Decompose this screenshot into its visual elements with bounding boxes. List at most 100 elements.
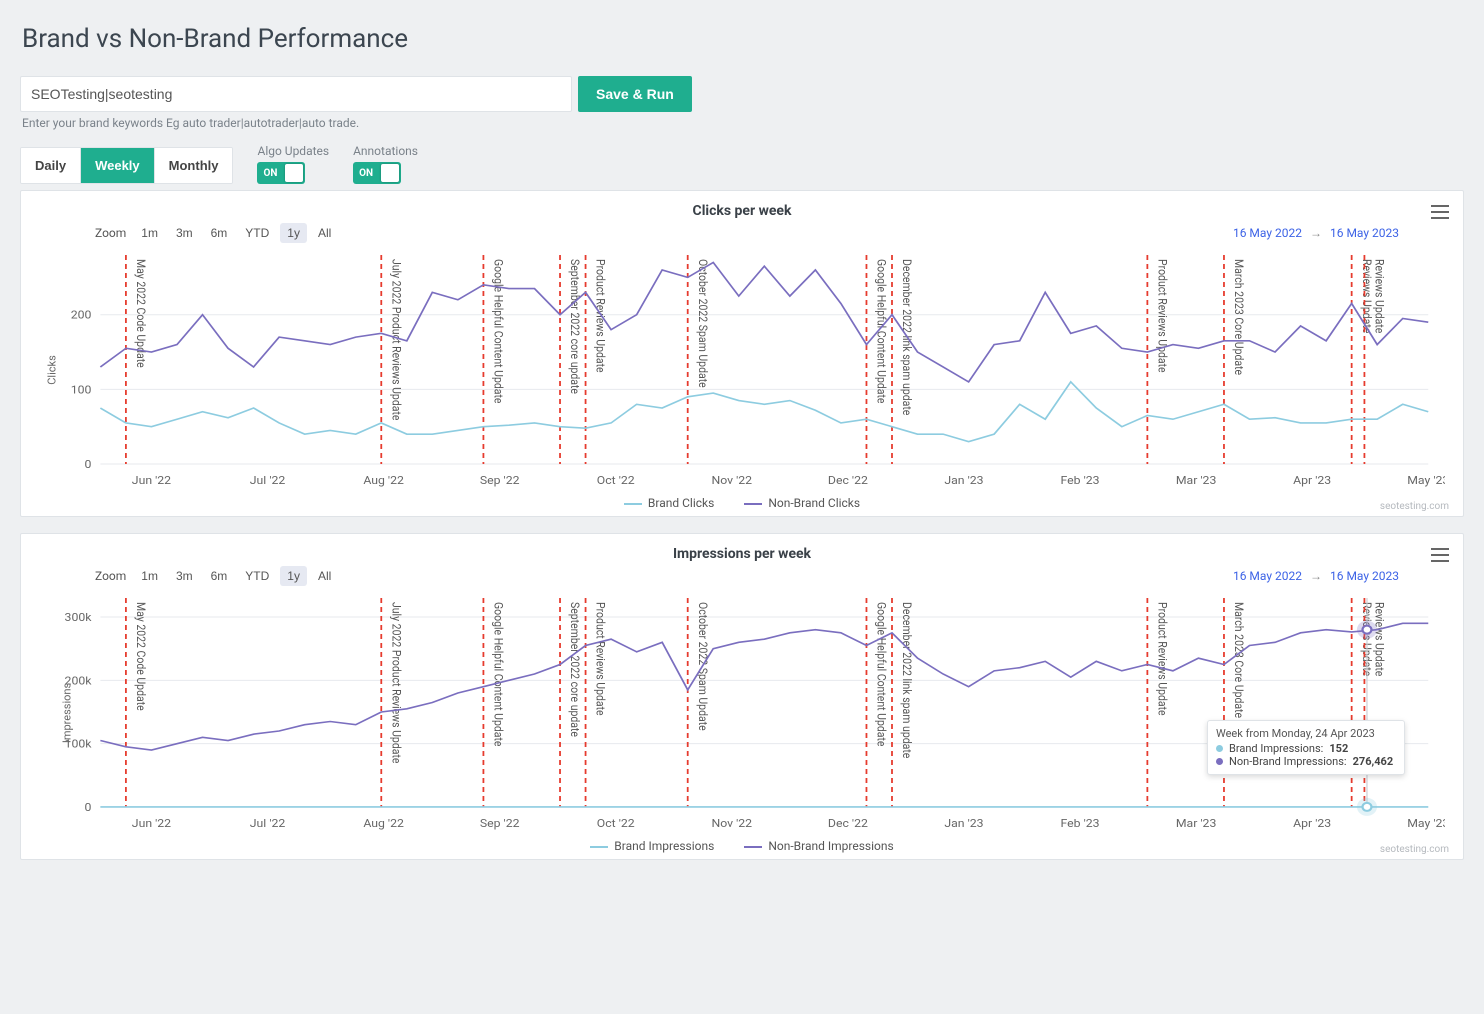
- period-tab-monthly[interactable]: Monthly: [154, 148, 233, 183]
- svg-text:Jun '22: Jun '22: [132, 817, 172, 830]
- svg-text:Jun '22: Jun '22: [132, 474, 172, 487]
- algo-toggle-state: ON: [263, 168, 277, 179]
- svg-text:Reviews Update: Reviews Update: [1372, 602, 1386, 676]
- period-tab-daily[interactable]: Daily: [21, 148, 80, 183]
- svg-text:Feb '23: Feb '23: [1061, 817, 1100, 830]
- clicks-date-range: 16 May 2022 → 16 May 2023: [1233, 226, 1399, 240]
- legend-nonbrand-clicks[interactable]: Non-Brand Clicks: [744, 496, 860, 510]
- impressions-zoom-row: Zoom 1m 3m 6m YTD 1y All 16 May 2022 → 1…: [95, 566, 1399, 586]
- impressions-chart-menu-icon[interactable]: [1431, 548, 1449, 562]
- brand-keywords-input[interactable]: [20, 76, 572, 112]
- zoom-1y[interactable]: 1y: [280, 223, 307, 243]
- helper-text: Enter your brand keywords Eg auto trader…: [22, 116, 1464, 130]
- impressions-date-range: 16 May 2022 → 16 May 2023: [1233, 569, 1399, 583]
- svg-text:March 2023 Core Update: March 2023 Core Update: [1232, 259, 1246, 375]
- clicks-chart-area[interactable]: Clicks 0100200Jun '22Jul '22Aug '22Sep '…: [39, 247, 1445, 492]
- clicks-chart-svg: 0100200Jun '22Jul '22Aug '22Sep '22Oct '…: [39, 247, 1445, 492]
- svg-text:Nov '22: Nov '22: [712, 817, 753, 830]
- period-tab-weekly[interactable]: Weekly: [80, 148, 154, 183]
- svg-text:December 2022 link spam update: December 2022 link spam update: [900, 602, 914, 758]
- zoom-label: Zoom: [95, 226, 126, 240]
- dot-icon: [1216, 758, 1223, 765]
- svg-text:Google Helpful Content Update: Google Helpful Content Update: [491, 259, 505, 404]
- watermark: seotesting.com: [1380, 501, 1449, 512]
- impressions-chart-area[interactable]: Impressions 0100k200k300kJun '22Jul '22A…: [39, 590, 1445, 835]
- svg-text:Google Helpful Content Update: Google Helpful Content Update: [874, 259, 888, 404]
- svg-text:Google Helpful Content Update: Google Helpful Content Update: [874, 602, 888, 747]
- svg-text:September 2022 core update: September 2022 core update: [568, 602, 582, 737]
- svg-text:Mar '23: Mar '23: [1176, 474, 1216, 487]
- toggle-knob: [381, 164, 399, 182]
- zoom-ytd[interactable]: YTD: [238, 566, 276, 586]
- svg-text:Oct '22: Oct '22: [597, 817, 635, 830]
- clicks-ylabel: Clicks: [45, 355, 58, 385]
- legend-brand-impr[interactable]: Brand Impressions: [590, 839, 714, 853]
- svg-text:Nov '22: Nov '22: [712, 474, 753, 487]
- zoom-6m[interactable]: 6m: [204, 223, 235, 243]
- period-tab-group: Daily Weekly Monthly: [20, 147, 233, 184]
- svg-text:Product Reviews Update: Product Reviews Update: [594, 259, 608, 373]
- range-to[interactable]: 16 May 2023: [1330, 226, 1399, 240]
- zoom-all[interactable]: All: [311, 223, 338, 243]
- svg-text:September 2022 core update: September 2022 core update: [568, 259, 582, 394]
- svg-text:Product Reviews Update: Product Reviews Update: [594, 602, 608, 716]
- svg-text:Reviews Update: Reviews Update: [1372, 259, 1386, 333]
- svg-text:Product Reviews Update: Product Reviews Update: [1155, 602, 1169, 716]
- svg-text:March 2023 Core Update: March 2023 Core Update: [1232, 602, 1246, 718]
- svg-text:Google Helpful Content Update: Google Helpful Content Update: [491, 602, 505, 747]
- range-arrow-icon: →: [1310, 226, 1322, 240]
- zoom-6m[interactable]: 6m: [204, 566, 235, 586]
- svg-text:200: 200: [71, 308, 92, 321]
- zoom-ytd[interactable]: YTD: [238, 223, 276, 243]
- svg-text:Sep '22: Sep '22: [480, 817, 520, 830]
- svg-text:Apr '23: Apr '23: [1293, 474, 1331, 487]
- svg-text:Reviews Update: Reviews Update: [1360, 259, 1374, 333]
- range-from[interactable]: 16 May 2022: [1233, 226, 1302, 240]
- svg-text:Jul '22: Jul '22: [250, 817, 286, 830]
- save-run-button[interactable]: Save & Run: [578, 76, 692, 112]
- impressions-legend: Brand Impressions Non-Brand Impressions: [35, 839, 1449, 853]
- range-from[interactable]: 16 May 2022: [1233, 569, 1302, 583]
- zoom-all[interactable]: All: [311, 566, 338, 586]
- svg-text:100: 100: [71, 383, 92, 396]
- legend-nonbrand-impr[interactable]: Non-Brand Impressions: [744, 839, 893, 853]
- svg-text:Jan '23: Jan '23: [944, 474, 983, 487]
- annotations-label: Annotations: [353, 144, 418, 158]
- clicks-chart-title: Clicks per week: [35, 203, 1449, 219]
- svg-text:300k: 300k: [65, 611, 92, 624]
- algo-updates-toggle-col: Algo Updates ON: [257, 144, 329, 184]
- watermark: seotesting.com: [1380, 844, 1449, 855]
- zoom-1m[interactable]: 1m: [134, 223, 165, 243]
- svg-text:May 2022 Code Update: May 2022 Code Update: [134, 602, 148, 711]
- legend-brand-clicks[interactable]: Brand Clicks: [624, 496, 714, 510]
- svg-text:May '23: May '23: [1407, 474, 1445, 487]
- svg-text:July 2022 Product Reviews Upda: July 2022 Product Reviews Update: [389, 602, 403, 764]
- impressions-tooltip: Week from Monday, 24 Apr 2023 Brand Impr…: [1207, 720, 1405, 775]
- clicks-zoom-buttons: Zoom 1m 3m 6m YTD 1y All: [95, 223, 338, 243]
- zoom-label: Zoom: [95, 569, 126, 583]
- svg-text:Aug '22: Aug '22: [363, 817, 404, 830]
- svg-text:Jul '22: Jul '22: [250, 474, 286, 487]
- svg-text:Jan '23: Jan '23: [944, 817, 983, 830]
- svg-text:0: 0: [85, 458, 92, 471]
- period-and-toggles-row: Daily Weekly Monthly Algo Updates ON Ann…: [20, 144, 1464, 184]
- zoom-3m[interactable]: 3m: [169, 566, 200, 586]
- algo-updates-toggle[interactable]: ON: [257, 162, 305, 184]
- impressions-panel: Impressions per week Zoom 1m 3m 6m YTD 1…: [20, 533, 1464, 860]
- zoom-1y[interactable]: 1y: [280, 566, 307, 586]
- range-to[interactable]: 16 May 2023: [1330, 569, 1399, 583]
- zoom-3m[interactable]: 3m: [169, 223, 200, 243]
- annotations-toggle-col: Annotations ON: [353, 144, 418, 184]
- page-title: Brand vs Non-Brand Performance: [22, 24, 1464, 54]
- clicks-chart-menu-icon[interactable]: [1431, 205, 1449, 219]
- impressions-ylabel: Impressions: [61, 682, 74, 742]
- svg-text:October 2022 Spam Update: October 2022 Spam Update: [696, 259, 710, 388]
- svg-text:Dec '22: Dec '22: [828, 817, 868, 830]
- annotations-toggle[interactable]: ON: [353, 162, 401, 184]
- impressions-chart-svg: 0100k200k300kJun '22Jul '22Aug '22Sep '2…: [39, 590, 1445, 835]
- algo-updates-label: Algo Updates: [257, 144, 329, 158]
- zoom-1m[interactable]: 1m: [134, 566, 165, 586]
- dot-icon: [1216, 745, 1223, 752]
- clicks-legend: Brand Clicks Non-Brand Clicks: [35, 496, 1449, 510]
- tooltip-row-brand: Brand Impressions: 152: [1216, 742, 1396, 755]
